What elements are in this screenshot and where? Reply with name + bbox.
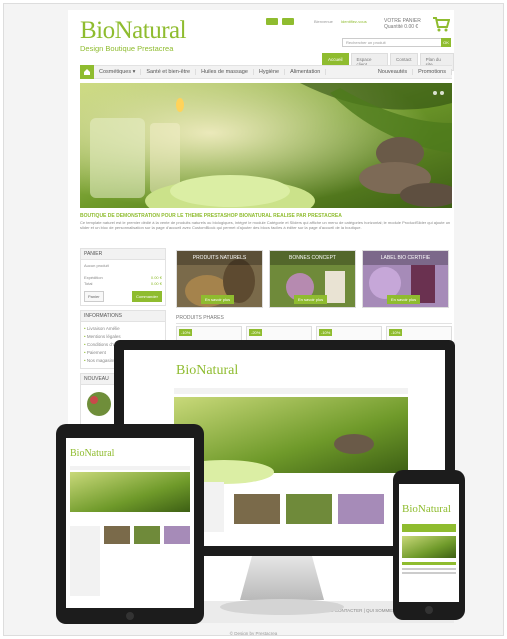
phone-menu-bar[interactable] [402,524,456,532]
phone-headline [402,562,456,565]
monitor-hero-stones [334,434,374,454]
tablet-cat [104,526,130,544]
phone-home-button[interactable] [425,606,433,614]
screenshot-frame: BioNatural Design Boutique Prestacrea Bi… [3,3,504,636]
phone-text [402,572,456,574]
tablet-nav [70,466,190,470]
monitor-nav [174,388,408,394]
monitor-stand [240,556,324,600]
phone-logo: BioNatural [402,503,451,515]
phone-hero [402,536,456,558]
device-mockups: BioNatural BioNatural BioNatural [56,340,465,624]
tablet-logo: BioNatural [70,448,115,459]
phone-text [402,568,456,570]
monitor-cat [234,494,280,524]
tablet-cat [164,526,190,544]
tablet-home-button[interactable] [126,612,134,620]
tablet-sidebar [70,526,100,596]
monitor-cat [338,494,384,524]
monitor-logo: BioNatural [176,363,238,378]
tablet-cat [134,526,160,544]
tablet-hero [70,472,190,512]
monitor-base [220,599,344,615]
monitor-cat [286,494,332,524]
